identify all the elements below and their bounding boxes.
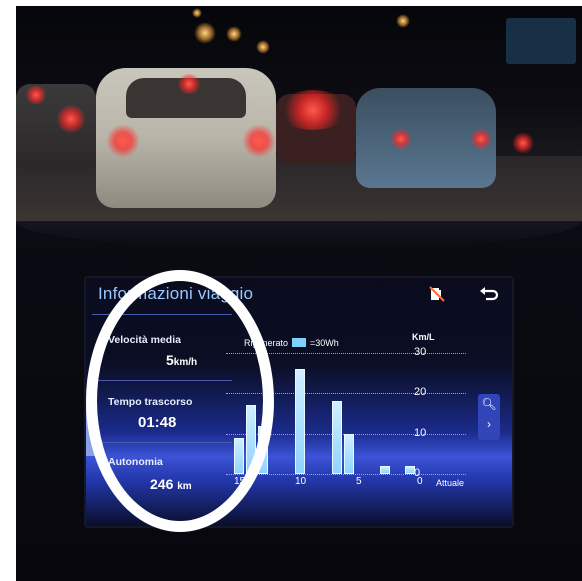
fuel-off-icon[interactable]	[428, 285, 446, 307]
highlight-circle	[86, 270, 274, 532]
zoom-icon: 🔍︎	[481, 397, 497, 411]
x-tick-label: 5	[356, 476, 362, 487]
tail-light	[470, 128, 492, 150]
street-light	[396, 14, 410, 28]
y-tick-label: 20	[414, 386, 427, 399]
tail-light	[106, 124, 140, 158]
street-light	[194, 22, 216, 44]
chart-bar	[380, 465, 391, 474]
street-scene	[16, 6, 582, 221]
legend-swatch	[292, 338, 307, 347]
street-light	[226, 26, 242, 42]
dashboard-edge	[16, 221, 582, 247]
chart-unit: Km/L	[412, 332, 435, 342]
tail-light	[512, 132, 534, 154]
x-tick-label: 0	[417, 476, 423, 487]
chart-bar	[343, 433, 354, 474]
zoom-button[interactable]: 🔍︎ ›	[478, 394, 500, 440]
tail-light	[24, 86, 48, 104]
chart-bar	[404, 465, 415, 474]
tail-light	[390, 128, 412, 150]
back-icon[interactable]	[478, 285, 500, 307]
street-light	[256, 40, 270, 54]
y-tick-label: 30	[414, 346, 427, 358]
legend-value: =30Wh	[310, 338, 339, 348]
current-label: Attuale	[436, 478, 465, 488]
chart-bar	[295, 369, 305, 474]
chart-bar	[331, 401, 342, 474]
x-tick-label: 10	[295, 476, 307, 487]
gridline	[226, 474, 466, 475]
chevron-right-icon: ›	[487, 417, 491, 431]
tail-light	[176, 74, 202, 94]
tail-light	[278, 90, 348, 130]
street-light	[192, 8, 202, 18]
y-tick-label: 10	[414, 426, 427, 439]
tail-light	[242, 124, 276, 158]
tail-light	[56, 104, 86, 134]
road-sign	[506, 18, 576, 64]
